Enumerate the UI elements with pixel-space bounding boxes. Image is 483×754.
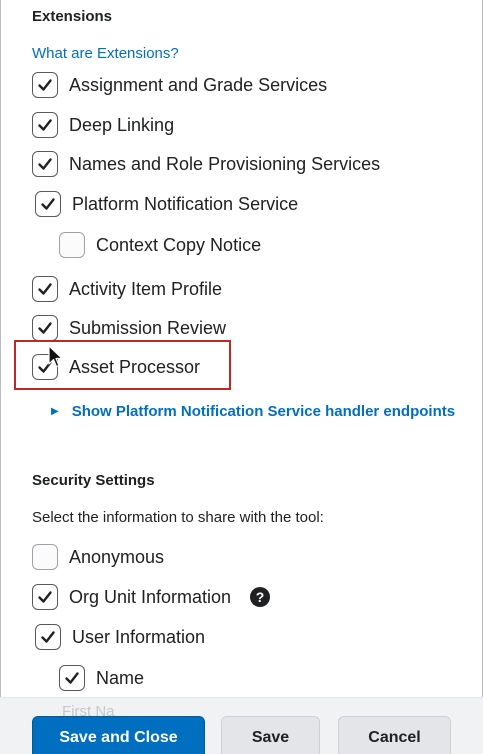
option-user-information[interactable]: User Information: [35, 622, 205, 652]
option-label: User Information: [72, 626, 206, 647]
extensions-heading: Extensions: [32, 8, 113, 25]
cancel-button[interactable]: Cancel: [338, 716, 451, 754]
checkbox-checked-icon[interactable]: [35, 191, 61, 217]
show-pns-endpoints-toggle[interactable]: ▶ Show Platform Notification Service han…: [51, 403, 455, 420]
option-label: Name: [96, 667, 145, 688]
checkbox-checked-icon[interactable]: [32, 276, 58, 302]
option-label: Names and Role Provisioning Services: [69, 153, 381, 174]
caret-right-icon: ▶: [51, 406, 59, 417]
security-description: Select the information to share with the…: [32, 509, 324, 526]
option-label: Context Copy Notice: [96, 234, 262, 255]
checkbox-unchecked-icon[interactable]: [59, 232, 85, 258]
checkbox-checked-icon[interactable]: [32, 151, 58, 177]
option-platform-notification-service[interactable]: Platform Notification Service: [35, 189, 298, 219]
checkbox-checked-icon[interactable]: [32, 112, 58, 138]
option-activity-item-profile[interactable]: Activity Item Profile: [32, 274, 222, 304]
option-name[interactable]: Name: [59, 663, 144, 693]
save-button[interactable]: Save: [221, 716, 320, 754]
checkbox-checked-icon[interactable]: [32, 72, 58, 98]
mouse-cursor-icon: [48, 345, 63, 368]
option-label: Platform Notification Service: [72, 193, 299, 214]
option-deep-linking[interactable]: Deep Linking: [32, 110, 174, 140]
toggle-label: Show Platform Notification Service handl…: [71, 403, 456, 420]
option-context-copy-notice[interactable]: Context Copy Notice: [59, 230, 261, 260]
option-assignment-grade-services[interactable]: Assignment and Grade Services: [32, 70, 327, 100]
help-icon[interactable]: ?: [250, 587, 271, 607]
option-submission-review[interactable]: Submission Review: [32, 313, 226, 343]
option-org-unit-information[interactable]: Org Unit Information ?: [32, 582, 271, 612]
option-label: Org Unit Information: [69, 586, 232, 607]
what-are-extensions-link[interactable]: What are Extensions?: [32, 45, 179, 62]
checkbox-checked-icon[interactable]: [35, 624, 61, 650]
option-label: Submission Review: [69, 317, 227, 338]
save-and-close-button[interactable]: Save and Close: [32, 716, 205, 754]
highlight-box: [14, 340, 231, 390]
option-label: Anonymous: [69, 546, 165, 567]
option-anonymous[interactable]: Anonymous: [32, 542, 164, 572]
option-label: Assignment and Grade Services: [69, 74, 328, 95]
option-label: Deep Linking: [69, 114, 175, 135]
checkbox-checked-icon[interactable]: [32, 315, 58, 341]
option-names-role-provisioning[interactable]: Names and Role Provisioning Services: [32, 149, 380, 179]
checkbox-unchecked-icon[interactable]: [32, 544, 58, 570]
option-label: Activity Item Profile: [69, 278, 223, 299]
checkbox-checked-icon[interactable]: [32, 584, 58, 610]
checkbox-checked-icon[interactable]: [59, 665, 85, 691]
security-settings-heading: Security Settings: [32, 472, 155, 489]
